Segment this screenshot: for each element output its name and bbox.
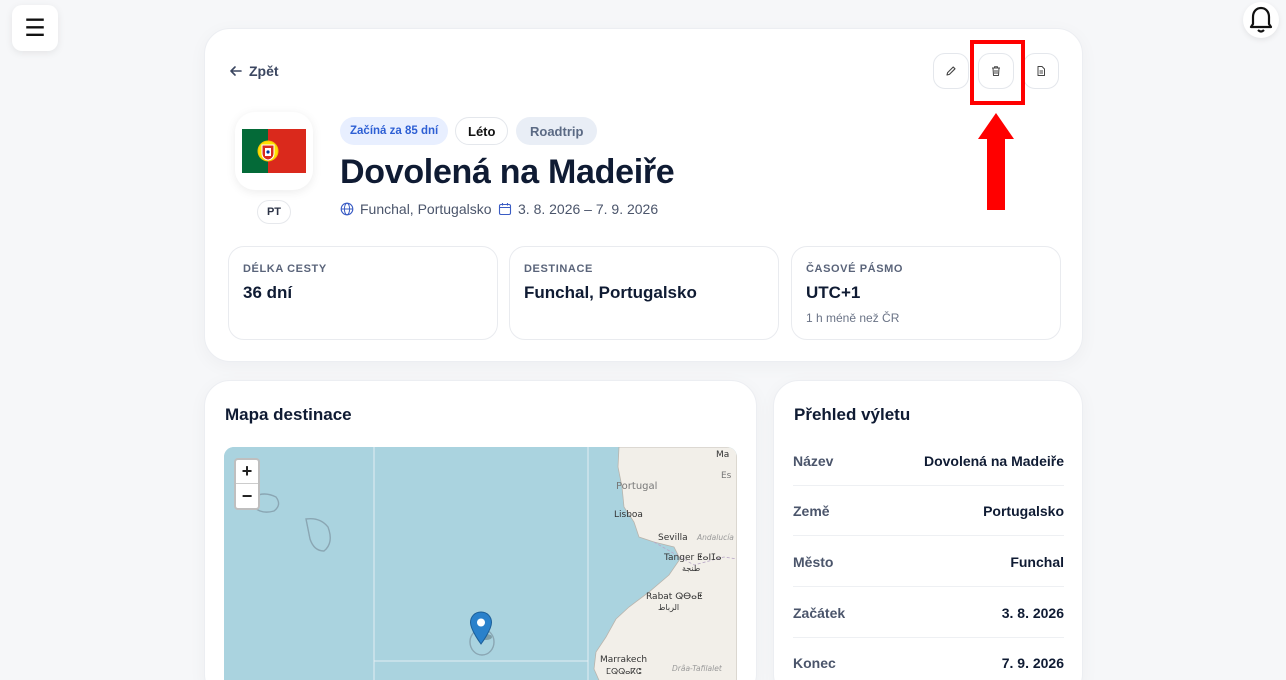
trip-dates: 3. 8. 2026 – 7. 9. 2026 <box>498 201 658 217</box>
row-value: Funchal <box>1010 553 1064 570</box>
summary-row-city: Město Funchal <box>793 537 1064 587</box>
map-zoom-control: + − <box>234 458 260 510</box>
stat-label: DÉLKA CESTY <box>243 263 327 275</box>
map-title: Mapa destinace <box>225 405 352 424</box>
document-icon <box>1037 66 1045 76</box>
stat-value: Funchal, Portugalsko <box>524 283 697 302</box>
map-label-lisboa: Lisboa <box>614 510 643 520</box>
row-label: Země <box>793 502 830 519</box>
summary-row-country: Země Portugalsko <box>793 486 1064 536</box>
bell-icon <box>1249 6 1273 33</box>
season-tag: Léto <box>455 117 509 145</box>
map-label-marrakech-tf: ⵎⵕⵕⴰⴽⵛ <box>606 667 642 676</box>
map-label-rabat-ar: الرباط <box>658 603 679 612</box>
pencil-icon <box>946 66 956 76</box>
document-button[interactable] <box>1023 53 1059 89</box>
trip-summary-card: Přehled výletu Název Dovolená na Madeiře… <box>773 380 1083 680</box>
calendar-icon <box>498 203 512 216</box>
notifications-button[interactable] <box>1243 2 1279 38</box>
map-card: Mapa destinace Portugal Lisboa Sevilla A… <box>204 380 757 680</box>
row-label: Konec <box>793 654 836 671</box>
map-label-tanger: Tanger ⵟⴰⵏⵊⴰ <box>663 553 722 563</box>
trip-title: Dovolená na Madeiře <box>340 153 675 191</box>
zoom-out-button[interactable]: − <box>236 484 258 508</box>
trip-location: Funchal, Portugalsko <box>340 201 492 217</box>
map-label-portugal: Portugal <box>616 481 657 492</box>
stat-value: 36 dní <box>243 283 293 302</box>
menu-button[interactable]: ☰ <box>12 5 58 51</box>
edit-button[interactable] <box>933 53 969 89</box>
map-label-es: Es <box>721 471 732 481</box>
row-label: Název <box>793 452 834 469</box>
map-label-ma: Ma <box>716 450 729 460</box>
menu-icon: ☰ <box>24 14 46 42</box>
stat-destination: DESTINACE Funchal, Portugalsko <box>509 246 779 340</box>
row-value: Dovolená na Madeiře <box>923 452 1064 469</box>
location-text: Funchal, Portugalsko <box>360 201 492 217</box>
map-label-sevilla: Sevilla <box>658 533 688 543</box>
map-label-draa: Drâa-Tafilalet <box>672 664 723 673</box>
destination-map[interactable]: Portugal Lisboa Sevilla Andalucía Tanger… <box>224 447 737 680</box>
stat-sub: 1 h méně než ČR <box>806 311 900 325</box>
arrow-left-icon <box>230 66 242 76</box>
stat-duration: DÉLKA CESTY 36 dní <box>228 246 498 340</box>
trip-type-tag: Roadtrip <box>516 117 598 145</box>
zoom-in-button[interactable]: + <box>236 460 258 484</box>
row-label: Začátek <box>793 604 846 621</box>
back-label: Zpět <box>249 63 279 79</box>
map-label-rabat: Rabat ⵕⴱⴰⵟ <box>646 592 703 602</box>
row-value: Portugalsko <box>983 502 1064 519</box>
stat-timezone: ČASOVÉ PÁSMO UTC+1 1 h méně než ČR <box>791 246 1061 340</box>
summary-row-start: Začátek 3. 8. 2026 <box>793 588 1064 638</box>
summary-title: Přehled výletu <box>794 405 911 424</box>
map-label-andalucia: Andalucía <box>696 533 734 542</box>
stat-label: DESTINACE <box>524 263 593 275</box>
map-pin-icon[interactable] <box>469 611 493 647</box>
country-flag <box>235 112 313 190</box>
country-code-badge: PT <box>257 200 291 224</box>
map-label-marrakech: Marrakech <box>600 655 647 665</box>
summary-row-name: Název Dovolená na Madeiře <box>793 436 1064 486</box>
countdown-badge: Začíná za 85 dní <box>340 117 449 145</box>
row-label: Město <box>793 553 834 570</box>
dates-text: 3. 8. 2026 – 7. 9. 2026 <box>518 201 659 217</box>
globe-icon <box>340 202 354 216</box>
trip-hero-card: Zpět PT Začíná za 85 dní Léto Roadtrip D… <box>204 28 1083 362</box>
stat-value: UTC+1 <box>806 283 861 302</box>
summary-row-end: Konec 7. 9. 2026 <box>793 638 1064 680</box>
stat-label: ČASOVÉ PÁSMO <box>806 263 904 275</box>
row-value: 7. 9. 2026 <box>1001 654 1064 671</box>
highlight-box <box>970 40 1025 105</box>
map-label-tanger-ar: طنجة <box>682 564 700 573</box>
row-value: 3. 8. 2026 <box>1001 604 1064 621</box>
annotation-arrow-icon <box>978 113 1014 210</box>
back-link[interactable]: Zpět <box>229 63 279 79</box>
portugal-flag-icon <box>242 129 306 173</box>
